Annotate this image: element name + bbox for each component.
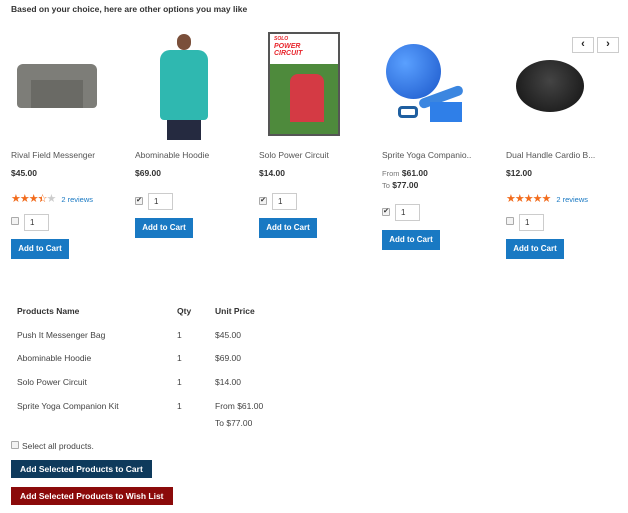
product-price-to: To $77.00 bbox=[382, 180, 419, 190]
product-image-messenger-bag[interactable] bbox=[11, 34, 111, 144]
qty-input[interactable]: 1 bbox=[519, 214, 544, 231]
rating-stars: ★★★☆★★2 reviews bbox=[11, 193, 94, 205]
row-qty: 1 bbox=[177, 330, 182, 340]
reviews-link[interactable]: 2 reviews bbox=[556, 195, 588, 204]
add-to-cart-button[interactable]: Add to Cart bbox=[259, 218, 317, 238]
product-checkbox[interactable] bbox=[11, 217, 19, 225]
row-name: Push It Messenger Bag bbox=[17, 330, 106, 340]
row-price: $14.00 bbox=[215, 377, 241, 387]
product-image-cardio-ball[interactable] bbox=[506, 34, 606, 144]
product-price: $14.00 bbox=[259, 168, 285, 178]
product-image-dvd[interactable]: SOLO POWER CIRCUIT bbox=[259, 32, 359, 144]
row-qty: 1 bbox=[177, 377, 182, 387]
row-price: $45.00 bbox=[215, 330, 241, 340]
product-price: $12.00 bbox=[506, 168, 532, 178]
row-price: From $61.00 bbox=[215, 401, 264, 411]
row-price-to: To $77.00 bbox=[215, 418, 253, 428]
product-price: $69.00 bbox=[135, 168, 161, 178]
row-price: $69.00 bbox=[215, 353, 241, 363]
dvd-title-1: SOLO bbox=[274, 36, 289, 42]
product-name[interactable]: Dual Handle Cardio B... bbox=[506, 150, 595, 160]
row-qty: 1 bbox=[177, 353, 182, 363]
qty-input[interactable]: 1 bbox=[24, 214, 49, 231]
add-selected-to-cart-button[interactable]: Add Selected Products to Cart bbox=[11, 460, 152, 478]
col-header-price: Unit Price bbox=[215, 306, 255, 316]
product-name[interactable]: Rival Field Messenger bbox=[11, 150, 95, 160]
dvd-title-2: POWER bbox=[274, 43, 301, 50]
product-name[interactable]: Sprite Yoga Companio.. bbox=[382, 150, 471, 160]
add-to-cart-button[interactable]: Add to Cart bbox=[382, 230, 440, 250]
qty-input[interactable]: 1 bbox=[395, 204, 420, 221]
add-selected-to-wishlist-button[interactable]: Add Selected Products to Wish List bbox=[11, 487, 173, 505]
product-name[interactable]: Abominable Hoodie bbox=[135, 150, 209, 160]
section-heading: Based on your choice, here are other opt… bbox=[11, 4, 248, 14]
product-checkbox[interactable]: ✔ bbox=[382, 208, 390, 216]
qty-input[interactable]: 1 bbox=[272, 193, 297, 210]
col-header-qty: Qty bbox=[177, 306, 192, 316]
add-to-cart-button[interactable]: Add to Cart bbox=[135, 218, 193, 238]
row-name: Sprite Yoga Companion Kit bbox=[17, 401, 119, 411]
add-to-cart-button[interactable]: Add to Cart bbox=[506, 239, 564, 259]
add-to-cart-button[interactable]: Add to Cart bbox=[11, 239, 69, 259]
product-checkbox[interactable]: ✔ bbox=[135, 197, 143, 205]
select-all-checkbox[interactable] bbox=[11, 441, 19, 449]
dvd-title-3: CIRCUIT bbox=[274, 50, 303, 57]
rating-stars: ★★★★★ 2 reviews bbox=[506, 193, 588, 205]
reviews-link[interactable]: 2 reviews bbox=[61, 195, 93, 204]
product-checkbox[interactable]: ✔ bbox=[259, 197, 267, 205]
product-price: $45.00 bbox=[11, 168, 37, 178]
qty-input[interactable]: 1 bbox=[148, 193, 173, 210]
product-name[interactable]: Solo Power Circuit bbox=[259, 150, 329, 160]
product-image-yoga-kit[interactable] bbox=[382, 34, 482, 144]
row-name: Solo Power Circuit bbox=[17, 377, 87, 387]
select-all-label[interactable]: Select all products. bbox=[22, 441, 94, 451]
col-header-name: Products Name bbox=[17, 306, 80, 316]
row-name: Abominable Hoodie bbox=[17, 353, 92, 363]
product-price-from: From $61.00 bbox=[382, 168, 428, 178]
product-image-hoodie[interactable] bbox=[135, 34, 235, 144]
product-checkbox[interactable] bbox=[506, 217, 514, 225]
row-qty: 1 bbox=[177, 401, 182, 411]
